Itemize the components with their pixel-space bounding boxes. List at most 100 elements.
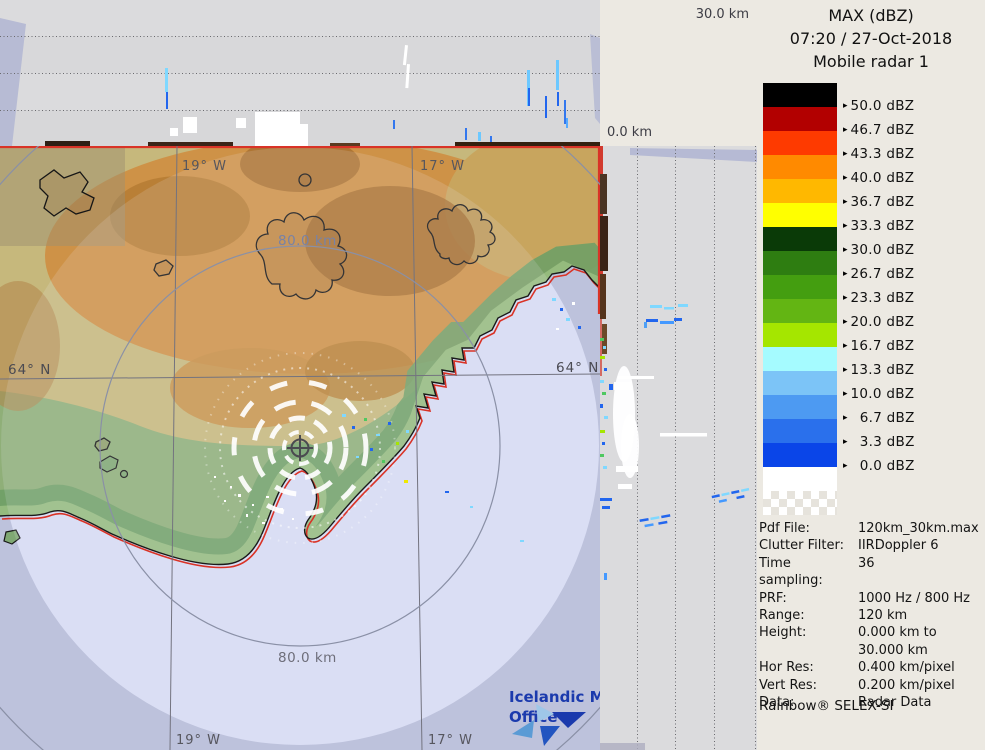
- info-row-value: 36: [858, 555, 983, 590]
- info-row: 30.000 km: [759, 642, 983, 659]
- profile-axis-area: 30.0 km 0.0 km: [600, 0, 757, 146]
- right-height-profile: [600, 146, 757, 750]
- legend-color-5: [763, 203, 837, 227]
- legend-entry: ▸ 6.7 dBZ: [843, 406, 915, 430]
- legend-entry: ▸33.3 dBZ: [843, 214, 915, 238]
- info-row-label: Range:: [759, 607, 858, 624]
- legend-tick-icon: ▸: [843, 222, 848, 231]
- profile-max-height-label: 30.0 km: [696, 7, 749, 22]
- legend-entry-label: 50.0 dBZ: [851, 98, 915, 114]
- info-row: Vert Res:0.200 km/pixel: [759, 677, 983, 694]
- info-row-label: Vert Res:: [759, 677, 858, 694]
- legend-entry: ▸16.7 dBZ: [843, 334, 915, 358]
- info-row: Hor Res:0.400 km/pixel: [759, 659, 983, 676]
- legend-entry: ▸13.3 dBZ: [843, 358, 915, 382]
- legend-entry-label: 10.0 dBZ: [851, 386, 915, 402]
- legend-color-0: [763, 83, 837, 107]
- legend-entry-label: 23.3 dBZ: [851, 290, 915, 306]
- legend-color-15: [763, 443, 837, 467]
- product-title: MAX (dBZ): [757, 4, 985, 27]
- info-row-value: 1000 Hz / 800 Hz: [858, 590, 983, 607]
- imo-logo-text-line1: Icelandic Met: [509, 688, 600, 706]
- legend-entry-label: 20.0 dBZ: [851, 314, 915, 330]
- radar-name-label: Mobile radar 1: [757, 50, 985, 73]
- legend-color-empty: [763, 467, 837, 491]
- legend-entry: ▸36.7 dBZ: [843, 190, 915, 214]
- lon-label-19w-bottom: 19° W: [176, 733, 221, 748]
- info-row: PRF:1000 Hz / 800 Hz: [759, 590, 983, 607]
- profile-min-height-label: 0.0 km: [607, 125, 652, 140]
- legend-entry: ▸10.0 dBZ: [843, 382, 915, 406]
- legend-entry-label: 33.3 dBZ: [851, 218, 915, 234]
- info-row-label: Hor Res:: [759, 659, 858, 676]
- legend-color-6: [763, 227, 837, 251]
- legend-color-13: [763, 395, 837, 419]
- legend-tick-icon: ▸: [843, 270, 848, 279]
- info-row-label: Height:: [759, 624, 858, 641]
- legend-tick-icon: ▸: [843, 246, 848, 255]
- ring-label-bottom: 80.0 km: [278, 650, 337, 666]
- legend-color-1: [763, 107, 837, 131]
- info-row-value: 120km_30km.max: [858, 520, 983, 537]
- legend-tick-icon: ▸: [843, 102, 848, 111]
- info-row-value: 120 km: [858, 607, 983, 624]
- legend-entry-label: 46.7 dBZ: [851, 122, 915, 138]
- legend-entry: ▸43.3 dBZ: [843, 142, 915, 166]
- legend-color-7: [763, 251, 837, 275]
- legend-entry: ▸ 3.3 dBZ: [843, 430, 915, 454]
- legend-entry: ▸23.3 dBZ: [843, 286, 915, 310]
- panel-titles: MAX (dBZ) 07:20 / 27-Oct-2018 Mobile rad…: [757, 4, 985, 73]
- radar-map-view: 19° W 17° W 19° W 17° W 64° N 64° N 80.0…: [0, 146, 600, 750]
- info-row: Height:0.000 km to: [759, 624, 983, 641]
- legend-tick-icon: ▸: [843, 318, 848, 327]
- legend-entry-label: 6.7 dBZ: [851, 410, 915, 426]
- legend-tick-icon: ▸: [843, 462, 848, 471]
- legend-color-9: [763, 299, 837, 323]
- legend-entry-label: 16.7 dBZ: [851, 338, 915, 354]
- info-row-label: Time sampling:: [759, 555, 858, 590]
- legend-color-10: [763, 323, 837, 347]
- lon-label-17w-top: 17° W: [420, 159, 465, 174]
- info-row: Time sampling:36: [759, 555, 983, 590]
- legend-entry: ▸50.0 dBZ: [843, 94, 915, 118]
- info-row: Clutter Filter:IIRDoppler 6: [759, 537, 983, 554]
- top-height-profile: [0, 0, 600, 146]
- info-row-label: Pdf File:: [759, 520, 858, 537]
- legend-entry: ▸46.7 dBZ: [843, 118, 915, 142]
- info-row-value: 0.000 km to: [858, 624, 983, 641]
- legend-entry: ▸40.0 dBZ: [843, 166, 915, 190]
- lon-label-19w-top: 19° W: [182, 159, 227, 174]
- legend-tick-icon: ▸: [843, 414, 848, 423]
- legend-labels: ▸50.0 dBZ▸46.7 dBZ▸43.3 dBZ▸40.0 dBZ▸36.…: [843, 83, 915, 515]
- legend-color-14: [763, 419, 837, 443]
- legend-tick-icon: ▸: [843, 174, 848, 183]
- legend-entry: ▸ 0.0 dBZ: [843, 454, 915, 478]
- info-table: Pdf File:120km_30km.maxClutter Filter:II…: [759, 520, 983, 711]
- legend-tick-icon: ▸: [843, 366, 848, 375]
- info-row-label: Clutter Filter:: [759, 537, 858, 554]
- info-panel: MAX (dBZ) 07:20 / 27-Oct-2018 Mobile rad…: [757, 0, 985, 750]
- info-row-value: 0.400 km/pixel: [858, 659, 983, 676]
- legend-tick-icon: ▸: [843, 150, 848, 159]
- legend-entry-label: 26.7 dBZ: [851, 266, 915, 282]
- legend-color-11: [763, 347, 837, 371]
- lat-label-left: 64° N: [8, 362, 51, 378]
- legend-color-2: [763, 131, 837, 155]
- lat-label-right: 64° N: [556, 360, 599, 376]
- legend-tick-icon: ▸: [843, 294, 848, 303]
- ring-label-top: 80.0 km: [278, 233, 337, 249]
- info-row: Pdf File:120km_30km.max: [759, 520, 983, 537]
- legend-color-nodata: [763, 491, 837, 515]
- legend-color-8: [763, 275, 837, 299]
- legend-entry: ▸30.0 dBZ: [843, 238, 915, 262]
- legend-colorbar: [763, 83, 837, 515]
- legend-entry-label: 30.0 dBZ: [851, 242, 915, 258]
- info-row-value: 30.000 km: [858, 642, 983, 659]
- datetime-label: 07:20 / 27-Oct-2018: [757, 27, 985, 50]
- legend-entry: ▸20.0 dBZ: [843, 310, 915, 334]
- lon-label-17w-bottom: 17° W: [428, 733, 473, 748]
- legend-entry-label: 3.3 dBZ: [851, 434, 915, 450]
- right-profile-bottom-band: [600, 743, 645, 750]
- legend-color-12: [763, 371, 837, 395]
- info-row-value: IIRDoppler 6: [858, 537, 983, 554]
